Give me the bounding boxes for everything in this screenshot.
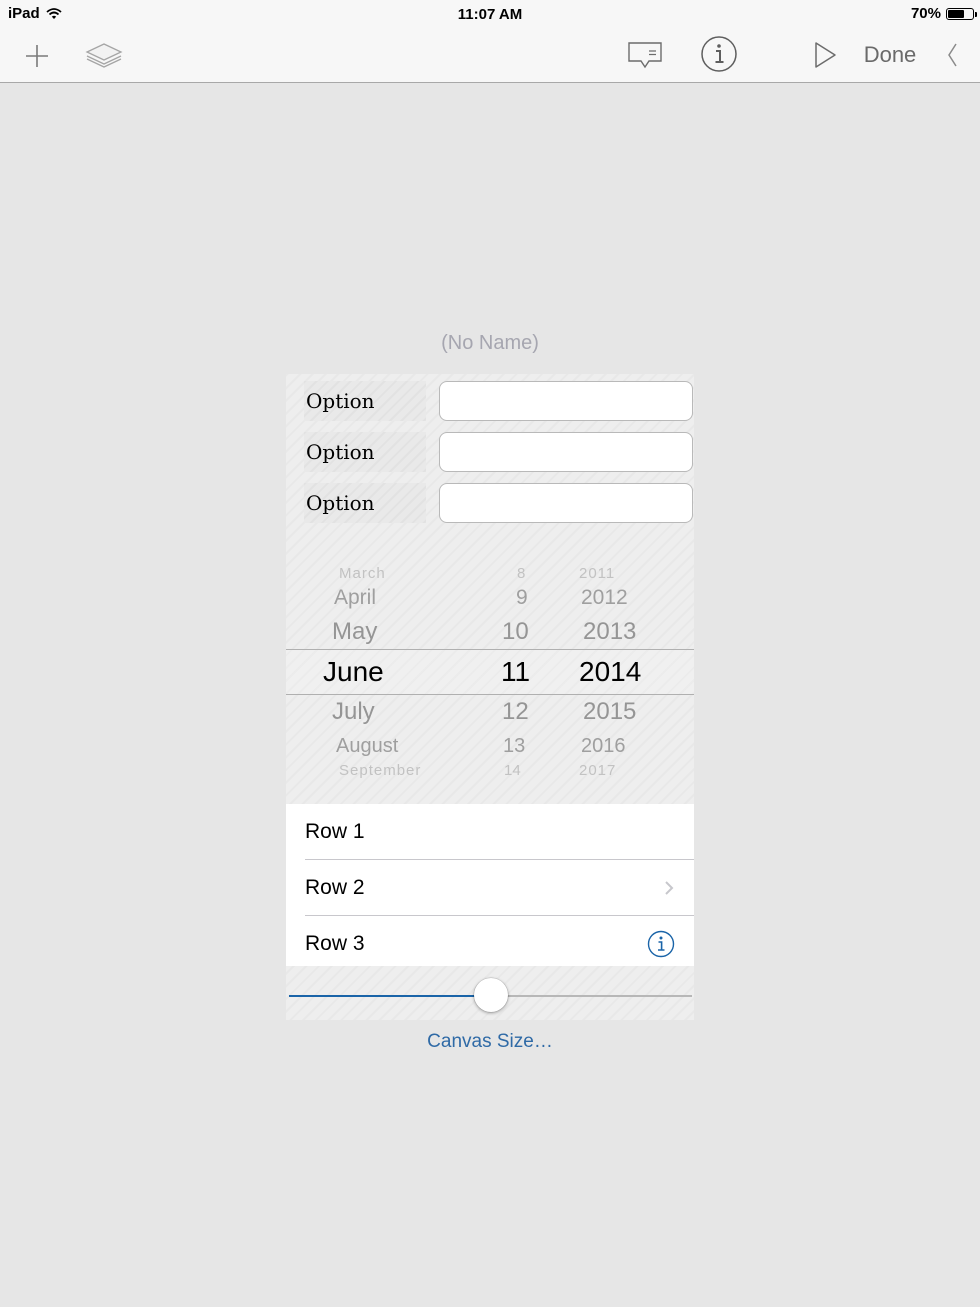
option-text-field[interactable] xyxy=(439,483,693,523)
slider-track-filled xyxy=(289,995,491,997)
option-text-field[interactable] xyxy=(439,432,693,472)
canvas-device: Option Option Option March April May Jun… xyxy=(286,374,694,1020)
play-icon xyxy=(815,42,836,68)
picker-year[interactable]: 2011 xyxy=(579,565,615,582)
done-button[interactable]: Done xyxy=(858,40,922,70)
date-picker[interactable]: March April May June July August Septemb… xyxy=(286,534,694,804)
status-bar: iPad 11:07 AM 70% xyxy=(0,0,980,30)
picker-day[interactable]: 13 xyxy=(503,735,525,758)
picker-month[interactable]: September xyxy=(339,762,421,779)
row-label: Row 1 xyxy=(305,820,365,843)
option-label: Option xyxy=(304,483,426,523)
option-label: Option xyxy=(304,432,426,472)
picker-year[interactable]: 2015 xyxy=(583,698,636,726)
row-label: Row 3 xyxy=(305,932,365,955)
add-button[interactable] xyxy=(22,41,52,71)
picker-year[interactable]: 2016 xyxy=(581,735,626,758)
canvas-size-link[interactable]: Canvas Size… xyxy=(0,1031,980,1053)
picker-day[interactable]: 12 xyxy=(502,698,529,726)
table-view: Row 1 Row 2 Row 3 xyxy=(286,804,694,966)
battery-level xyxy=(948,9,964,18)
chevron-right-icon xyxy=(665,881,674,895)
picker-day[interactable]: 14 xyxy=(504,762,521,779)
picker-day[interactable]: 9 xyxy=(516,586,528,610)
option-text-field[interactable] xyxy=(439,381,693,421)
table-row[interactable]: Row 3 xyxy=(286,916,694,972)
layers-button[interactable] xyxy=(84,38,124,72)
comments-button[interactable] xyxy=(626,38,664,72)
info-button[interactable] xyxy=(699,34,739,74)
comment-icon xyxy=(628,42,662,69)
status-right: 70% xyxy=(910,5,977,22)
table-row[interactable]: Row 2 xyxy=(286,860,694,916)
picker-month[interactable]: August xyxy=(336,735,398,758)
row-label: Row 2 xyxy=(305,876,365,899)
picker-month[interactable]: May xyxy=(332,618,377,646)
toolbar: Done xyxy=(0,30,980,83)
option-row: Option xyxy=(286,430,694,474)
back-chevron-icon xyxy=(948,43,957,67)
table-row[interactable]: Row 1 xyxy=(286,804,694,860)
back-button[interactable] xyxy=(940,38,964,72)
plus-icon xyxy=(26,45,48,67)
option-row: Option xyxy=(286,379,694,423)
picker-day[interactable]: 10 xyxy=(502,618,529,646)
picker-day-selected[interactable]: 11 xyxy=(501,656,530,688)
battery-icon xyxy=(946,7,977,20)
option-row: Option xyxy=(286,481,694,525)
info-icon xyxy=(701,36,737,72)
slider-thumb[interactable] xyxy=(473,978,508,1012)
battery-percent: 70% xyxy=(910,5,941,22)
picker-year[interactable]: 2017 xyxy=(579,762,616,779)
play-button[interactable] xyxy=(810,38,840,72)
option-label: Option xyxy=(304,381,426,421)
done-label: Done xyxy=(863,42,917,67)
layers-icon xyxy=(85,43,123,68)
picker-year[interactable]: 2012 xyxy=(581,586,628,610)
picker-month[interactable]: July xyxy=(332,698,375,726)
info-icon[interactable] xyxy=(647,930,675,958)
canvas-title[interactable]: (No Name) xyxy=(0,332,980,355)
slider[interactable] xyxy=(286,972,694,1020)
slider-track-empty xyxy=(490,995,692,997)
picker-year-selected[interactable]: 2014 xyxy=(579,656,641,688)
picker-month[interactable]: March xyxy=(339,565,386,582)
picker-month-selected[interactable]: June xyxy=(323,656,384,688)
picker-year[interactable]: 2013 xyxy=(583,618,636,646)
picker-day[interactable]: 8 xyxy=(517,565,525,582)
picker-month[interactable]: April xyxy=(334,586,376,610)
status-time: 11:07 AM xyxy=(457,6,523,23)
